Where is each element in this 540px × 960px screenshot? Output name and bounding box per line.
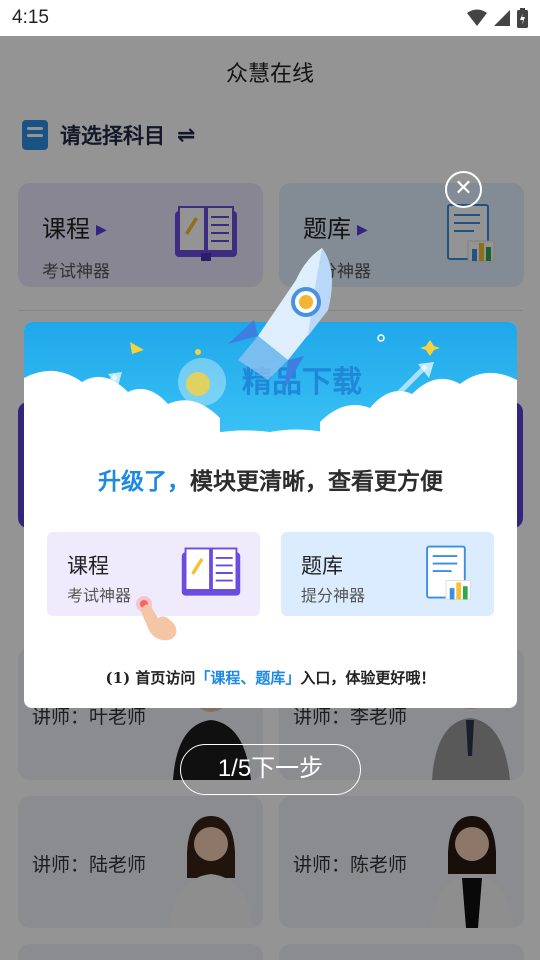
- status-time: 4:15: [12, 7, 49, 28]
- status-icons: [467, 8, 528, 28]
- headline-highlight: 升级了，: [98, 469, 190, 495]
- rocket-illustration: [228, 248, 332, 390]
- tip-highlight: 「课程、题库」: [195, 669, 301, 687]
- wifi-icon: [467, 9, 487, 26]
- modal-headline: 升级了，模块更清晰，查看更方便: [24, 462, 517, 496]
- next-step-button[interactable]: 1/5下一步: [180, 744, 361, 795]
- document-chart-icon: [426, 545, 471, 600]
- modal-tip: (1) 首页访问「课程、题库」入口，体验更好哦！: [24, 667, 517, 688]
- modal-bank-card[interactable]: 题库 提分神器: [281, 532, 494, 616]
- pointing-hand-icon: [136, 596, 177, 641]
- battery-icon: [517, 8, 528, 28]
- close-icon: ✕: [454, 176, 473, 201]
- tip-prefix: (1) 首页访问: [105, 669, 196, 687]
- headline-text: 模块更清晰，查看更方便: [190, 469, 443, 495]
- modal-course-title: 课程: [67, 554, 109, 578]
- tip-suffix: 入口，体验更好哦！: [300, 669, 436, 687]
- close-button[interactable]: ✕: [445, 171, 482, 208]
- modal-bank-subtitle: 提分神器: [301, 586, 366, 605]
- status-bar: 4:15: [0, 0, 540, 36]
- modal-bank-title: 题库: [301, 554, 343, 578]
- open-book-icon: [181, 547, 241, 596]
- modal-course-subtitle: 考试神器: [67, 586, 132, 605]
- signal-icon: [494, 10, 510, 26]
